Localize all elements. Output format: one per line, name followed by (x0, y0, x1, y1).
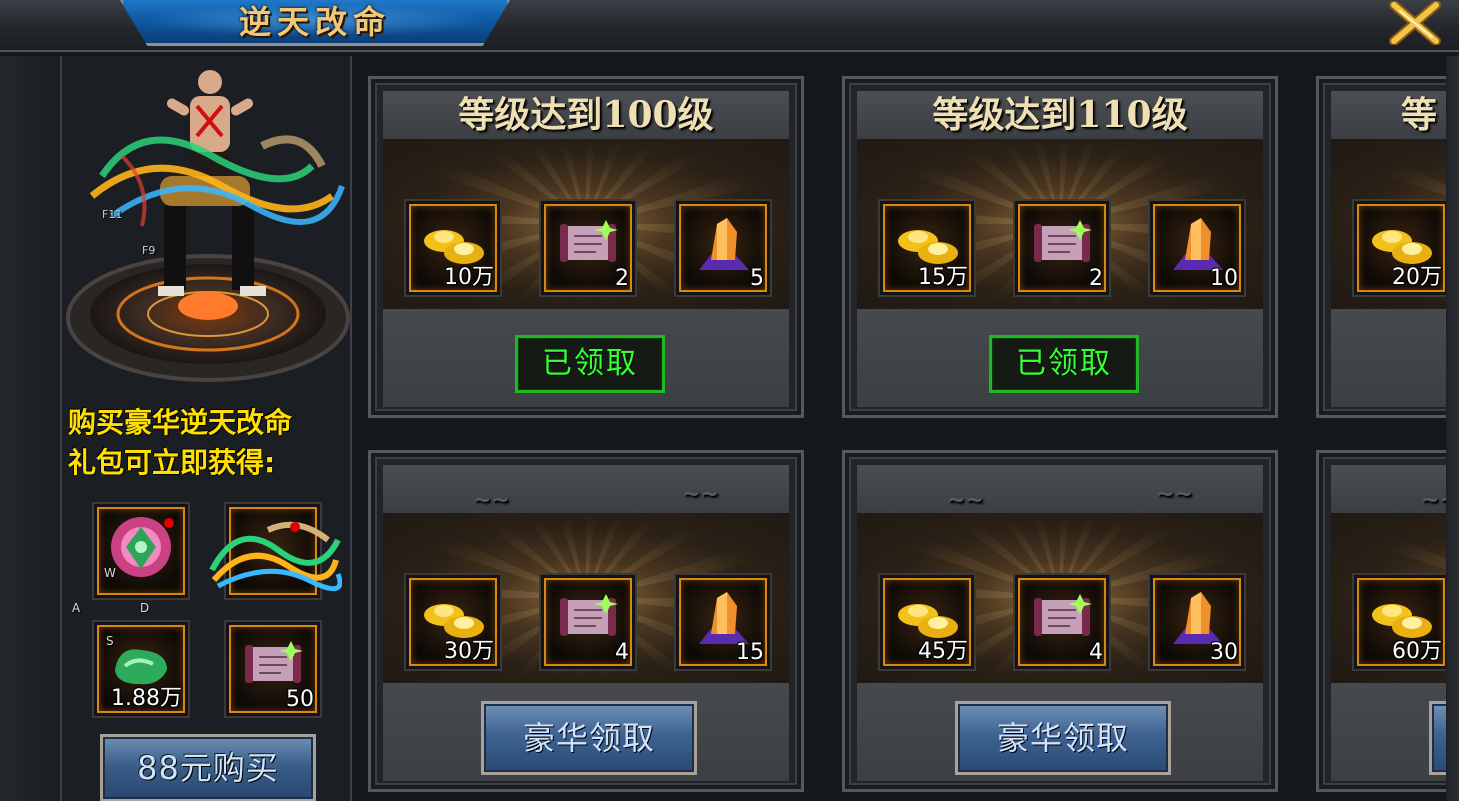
reward-slot[interactable]: 60万 (1352, 573, 1446, 671)
luxury-claim-button[interactable]: 豪华领取 (481, 701, 697, 775)
scroll-icon (560, 594, 618, 637)
wings-effect-icon (209, 521, 342, 592)
notification-dot (290, 522, 300, 532)
scrollbar-track[interactable] (1446, 56, 1459, 801)
reward-slot[interactable]: 2 (539, 199, 637, 297)
luxury-claim-button[interactable]: 豪华领取 (955, 701, 1171, 775)
close-icon (1389, 1, 1441, 45)
gift-item-slot[interactable]: S 1.88万 (92, 620, 190, 718)
scroll-icon (1034, 594, 1092, 637)
left-rail (0, 56, 60, 801)
character-preview: F11 F9 (62, 56, 352, 396)
reward-grid: 等级达到100级 10万 2 5 已领取 等级达到110级 15万 2 10 已… (356, 56, 1446, 801)
card-title: 等 (1331, 91, 1446, 139)
reward-card: 60万 (1316, 450, 1446, 792)
crystal-icon (699, 218, 749, 271)
promo-line: 购买豪华逆天改命 (68, 406, 293, 439)
reward-slot[interactable]: 45万 (878, 573, 976, 671)
left-panel: F11 F9 购买豪华逆天改命 礼包可立即获得: W A D S 1.88万 5… (60, 56, 352, 801)
scroll-icon (1034, 220, 1092, 263)
reward-count: 15 (736, 640, 764, 665)
reward-count: 2 (615, 266, 629, 291)
reward-count: 10万 (444, 265, 494, 290)
window-title: 逆天改命 (238, 3, 391, 41)
slot-letter: D (140, 601, 150, 615)
scroll-icon (245, 641, 303, 684)
reward-slot[interactable]: 4 (539, 573, 637, 671)
slot-letter: A (72, 601, 81, 615)
reward-count: 2 (1089, 266, 1103, 291)
reward-slot[interactable]: 5 (674, 199, 772, 297)
card-title: 等级达到110级 (857, 91, 1263, 139)
reward-count: 15万 (918, 265, 968, 290)
hero-tag: F11 (102, 208, 123, 221)
reward-slot[interactable]: 15万 (878, 199, 976, 297)
card-title (383, 465, 789, 525)
item-count: 1.88万 (111, 686, 182, 711)
item-count: 50 (286, 687, 314, 712)
reward-card: 等 20万 (1316, 76, 1446, 418)
reward-count: 45万 (918, 639, 968, 664)
card-title: 等级达到100级 (383, 91, 789, 139)
reward-slot[interactable]: 2 (1013, 199, 1111, 297)
reward-slot[interactable]: 30 (1148, 573, 1246, 671)
promo-line: 礼包可立即获得: (68, 446, 276, 479)
reward-count: 4 (615, 640, 629, 665)
reward-slot[interactable]: 10 (1148, 199, 1246, 297)
reward-count: 5 (750, 266, 764, 291)
claimed-status: 已领取 (515, 335, 665, 393)
reward-card: 45万 4 30 豪华领取 (842, 450, 1278, 792)
reward-slot[interactable]: 20万 (1352, 199, 1446, 297)
notification-dot (164, 518, 174, 528)
luxury-claim-button[interactable] (1429, 701, 1446, 775)
reward-count: 30 (1210, 640, 1238, 665)
claimed-status: 已领取 (989, 335, 1139, 393)
gift-item-slot[interactable] (209, 502, 342, 600)
reward-count: 20万 (1392, 265, 1442, 290)
promo-text: 购买豪华逆天改命 礼包可立即获得: (68, 403, 350, 483)
card-title (1331, 465, 1446, 525)
reward-count: 4 (1089, 640, 1103, 665)
character-figure-icon (66, 70, 350, 382)
reward-slot[interactable]: 30万 (404, 573, 502, 671)
gift-item-slot[interactable]: 50 (224, 620, 322, 718)
reward-slot[interactable]: 15 (674, 573, 772, 671)
reward-count: 30万 (444, 639, 494, 664)
card-title (857, 465, 1263, 525)
reward-card: 等级达到110级 15万 2 10 已领取 (842, 76, 1278, 418)
gift-item-slot[interactable]: W (92, 502, 190, 600)
reward-card: 30万 4 15 豪华领取 (368, 450, 804, 792)
hero-tag: F9 (142, 244, 156, 257)
reward-card: 等级达到100级 10万 2 5 已领取 (368, 76, 804, 418)
reward-count: 10 (1210, 266, 1238, 291)
close-button[interactable] (1382, 0, 1450, 46)
reward-slot[interactable]: 4 (1013, 573, 1111, 671)
reward-count: 60万 (1392, 639, 1442, 664)
reward-slot[interactable]: 10万 (404, 199, 502, 297)
scroll-icon (560, 220, 618, 263)
buy-button[interactable]: 88元购买 (100, 734, 316, 801)
